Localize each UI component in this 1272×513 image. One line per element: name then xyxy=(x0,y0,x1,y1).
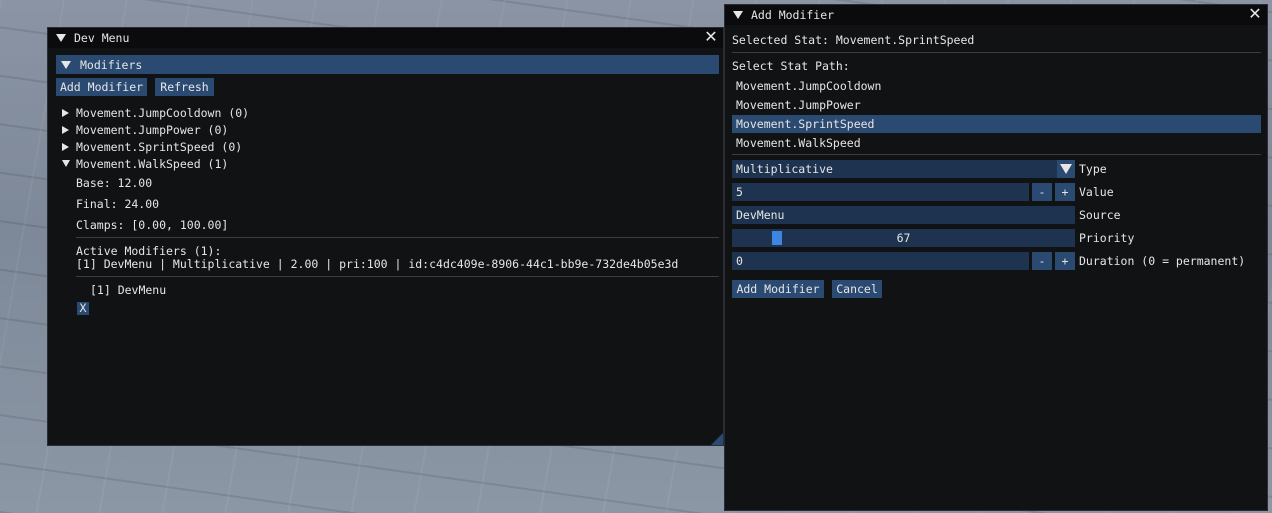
value-input-text: 5 xyxy=(736,185,743,199)
separator xyxy=(76,237,719,238)
close-icon[interactable]: ✕ xyxy=(1247,6,1263,22)
modifiers-header[interactable]: Modifiers xyxy=(56,55,719,74)
source-label: Source xyxy=(1079,208,1121,222)
stat-path-item-selected[interactable]: Movement.SprintSpeed xyxy=(732,115,1261,133)
add-modifier-title: Add Modifier xyxy=(751,8,835,22)
confirm-add-modifier-button[interactable]: Add Modifier xyxy=(732,280,824,298)
base-value: Base: 12.00 xyxy=(76,176,153,190)
active-modifiers-header: Active Modifiers (1): xyxy=(76,244,222,258)
priority-slider[interactable]: 67 xyxy=(732,229,1075,247)
type-combo-arrow[interactable] xyxy=(1057,160,1075,178)
modifiers-header-label: Modifiers xyxy=(80,57,143,72)
collapse-icon xyxy=(62,160,70,167)
type-combo[interactable]: Multiplicative xyxy=(732,160,1075,178)
collapse-section-icon xyxy=(61,60,71,69)
value-input[interactable]: 5 xyxy=(732,183,1029,201)
type-label: Type xyxy=(1079,162,1107,176)
expand-icon xyxy=(62,125,69,134)
selected-stat-text: Selected Stat: Movement.SprintSpeed xyxy=(732,33,975,47)
stat-path-label: Movement.SprintSpeed xyxy=(736,117,875,131)
duration-increment-button[interactable]: + xyxy=(1055,252,1075,270)
add-modifier-button[interactable]: Add Modifier xyxy=(56,78,147,96)
resize-grip[interactable] xyxy=(711,433,723,445)
separator xyxy=(732,154,1261,155)
duration-input[interactable]: 0 xyxy=(732,252,1029,270)
tree-node-jump-power[interactable]: Movement.JumpPower (0) xyxy=(62,122,228,137)
tree-node-label: Movement.SprintSpeed (0) xyxy=(76,139,243,154)
type-combo-value: Multiplicative xyxy=(736,162,833,176)
stat-path-item[interactable]: Movement.JumpCooldown xyxy=(736,79,881,93)
source-input[interactable]: DevMenu xyxy=(732,206,1075,224)
add-modifier-window: Add Modifier ✕ Selected Stat: Movement.S… xyxy=(724,4,1268,511)
final-value: Final: 24.00 xyxy=(76,197,160,211)
select-stat-path-label: Select Stat Path: xyxy=(732,59,850,73)
dev-menu-title: Dev Menu xyxy=(74,31,130,45)
clamps-value: Clamps: [0.00, 100.00] xyxy=(76,218,229,232)
refresh-button[interactable]: Refresh xyxy=(155,78,214,96)
cancel-button[interactable]: Cancel xyxy=(832,280,882,298)
tree-node-label: Movement.WalkSpeed (1) xyxy=(76,156,229,171)
chevron-down-icon xyxy=(1060,164,1072,174)
expand-icon xyxy=(62,108,69,117)
dev-menu-titlebar[interactable]: Dev Menu xyxy=(48,28,723,48)
collapse-window-icon[interactable] xyxy=(56,34,66,42)
add-modifier-titlebar[interactable]: Add Modifier xyxy=(725,5,1267,25)
separator xyxy=(76,276,719,277)
tree-node-jump-cooldown[interactable]: Movement.JumpCooldown (0) xyxy=(62,105,249,120)
active-modifier-line: [1] DevMenu | Multiplicative | 2.00 | pr… xyxy=(76,257,679,271)
close-icon[interactable]: ✕ xyxy=(703,29,719,45)
value-decrement-button[interactable]: - xyxy=(1032,183,1052,201)
duration-label: Duration (0 = permanent) xyxy=(1079,254,1246,268)
value-increment-button[interactable]: + xyxy=(1055,183,1075,201)
separator xyxy=(732,52,1261,53)
tree-node-label: Movement.JumpPower (0) xyxy=(76,122,229,137)
value-label: Value xyxy=(1079,185,1114,199)
modifier-entry-label: [1] DevMenu xyxy=(90,283,167,297)
dev-menu-window: Dev Menu ✕ Modifiers Add Modifier Refres… xyxy=(47,27,724,446)
tree-node-walk-speed[interactable]: Movement.WalkSpeed (1) xyxy=(62,156,228,171)
expand-icon xyxy=(62,142,69,151)
stat-path-item[interactable]: Movement.JumpPower xyxy=(736,98,861,112)
remove-modifier-button[interactable]: X xyxy=(77,302,89,315)
priority-label: Priority xyxy=(1079,231,1135,245)
tree-node-label: Movement.JumpCooldown (0) xyxy=(76,105,250,120)
duration-decrement-button[interactable]: - xyxy=(1032,252,1052,270)
stat-path-item[interactable]: Movement.WalkSpeed xyxy=(736,136,861,150)
collapse-window-icon[interactable] xyxy=(733,11,743,19)
duration-input-text: 0 xyxy=(736,254,743,268)
priority-slider-value: 67 xyxy=(896,231,911,245)
source-input-text: DevMenu xyxy=(736,208,785,222)
tree-node-sprint-speed[interactable]: Movement.SprintSpeed (0) xyxy=(62,139,242,154)
